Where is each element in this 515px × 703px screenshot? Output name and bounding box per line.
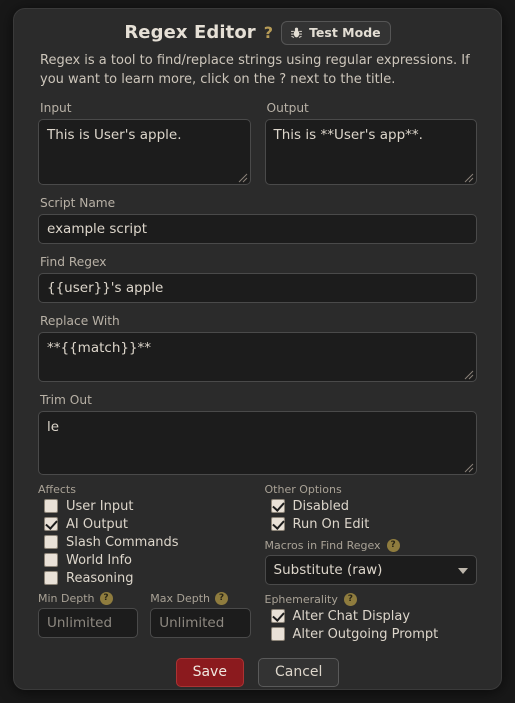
ephemerality-legend-wrap: Ephemerality ? — [264, 592, 478, 606]
regex-editor-dialog: Regex Editor ? Test Mode Regex is a tool… — [13, 8, 502, 690]
output-label: Output — [266, 100, 309, 115]
checkbox-label: User Input — [66, 498, 134, 514]
checkbox-alter-outgoing-prompt[interactable]: Alter Outgoing Prompt — [270, 626, 478, 642]
find-regex-input[interactable] — [38, 272, 477, 303]
affects-group: Affects User Input AI Output Slash Comma… — [38, 483, 251, 642]
bug-icon — [290, 26, 303, 39]
dialog-header: Regex Editor ? Test Mode — [38, 9, 477, 45]
macros-label-wrap: Macros in Find Regex ? — [264, 538, 478, 552]
checkbox-label: Alter Chat Display — [292, 608, 411, 624]
checkbox-user-input[interactable]: User Input — [44, 499, 251, 514]
checkbox-label: Run On Edit — [292, 516, 370, 532]
other-options-legend: Other Options — [264, 482, 342, 496]
max-depth-input[interactable] — [150, 607, 251, 638]
checkbox-world-info[interactable]: World Info — [44, 553, 251, 568]
max-depth-label: Max Depth — [150, 591, 210, 605]
checkbox-ai-output[interactable]: AI Output — [44, 517, 251, 532]
test-mode-label: Test Mode — [309, 24, 381, 40]
find-regex-label: Find Regex — [40, 254, 107, 269]
test-mode-button[interactable]: Test Mode — [281, 20, 391, 45]
checkbox-box[interactable] — [270, 609, 285, 624]
checkbox-reasoning[interactable]: Reasoning — [44, 571, 251, 586]
depth-row: Min Depth ? Max Depth ? — [38, 591, 251, 638]
replace-with-textarea[interactable] — [38, 331, 477, 382]
save-button[interactable]: Save — [175, 657, 244, 687]
dialog-footer: Save Cancel — [38, 657, 477, 687]
checkbox-run-on-edit[interactable]: Run On Edit — [270, 516, 478, 532]
checkbox-box[interactable] — [44, 499, 58, 514]
checkbox-box[interactable] — [270, 499, 285, 514]
checkbox-label: Reasoning — [66, 570, 134, 586]
max-depth-label-wrap: Max Depth ? — [150, 591, 250, 605]
macros-help-icon[interactable]: ? — [386, 538, 400, 552]
dialog-description: Regex is a tool to find/replace strings … — [40, 53, 470, 87]
replace-with-label: Replace With — [40, 313, 120, 328]
input-label: Input — [40, 100, 72, 115]
script-name-input[interactable] — [38, 213, 477, 244]
page-title: Regex Editor — [124, 22, 256, 43]
ephemerality-legend: Ephemerality — [264, 592, 338, 606]
checkbox-box[interactable] — [44, 571, 58, 586]
other-options-group: Other Options Disabled Run On Edit Macro… — [264, 482, 478, 642]
checkbox-label: Alter Outgoing Prompt — [292, 626, 439, 642]
checkbox-label: Disabled — [292, 498, 349, 514]
ephemerality-help-icon[interactable]: ? — [343, 592, 357, 606]
min-depth-input[interactable] — [38, 607, 139, 638]
checkbox-box[interactable] — [44, 517, 58, 532]
io-row: Input Output — [38, 90, 477, 185]
checkbox-label: Slash Commands — [66, 534, 179, 550]
checkbox-slash-commands[interactable]: Slash Commands — [44, 535, 251, 550]
min-depth-label: Min Depth — [38, 591, 95, 605]
trim-out-textarea[interactable] — [38, 410, 477, 475]
checkbox-box[interactable] — [270, 627, 285, 642]
macros-label: Macros in Find Regex — [264, 538, 381, 552]
checkbox-box[interactable] — [270, 517, 285, 532]
help-icon[interactable]: ? — [264, 23, 273, 42]
input-textarea[interactable] — [38, 118, 251, 185]
macros-select[interactable]: Substitute (raw) — [264, 554, 477, 585]
checkbox-label: AI Output — [66, 516, 129, 532]
min-depth-help-icon[interactable]: ? — [99, 591, 113, 605]
checkbox-box[interactable] — [44, 535, 58, 550]
max-depth-help-icon[interactable]: ? — [215, 591, 228, 605]
cancel-button[interactable]: Cancel — [257, 657, 340, 687]
output-textarea[interactable] — [264, 118, 477, 185]
options-row: Affects User Input AI Output Slash Comma… — [38, 483, 477, 642]
checkbox-alter-chat-display[interactable]: Alter Chat Display — [270, 608, 478, 624]
checkbox-label: World Info — [66, 552, 132, 568]
min-depth-label-wrap: Min Depth ? — [38, 591, 138, 605]
affects-legend: Affects — [38, 482, 76, 496]
script-name-label: Script Name — [40, 195, 116, 210]
checkbox-disabled[interactable]: Disabled — [270, 498, 478, 514]
checkbox-box[interactable] — [44, 553, 58, 568]
trim-out-label: Trim Out — [40, 392, 92, 407]
